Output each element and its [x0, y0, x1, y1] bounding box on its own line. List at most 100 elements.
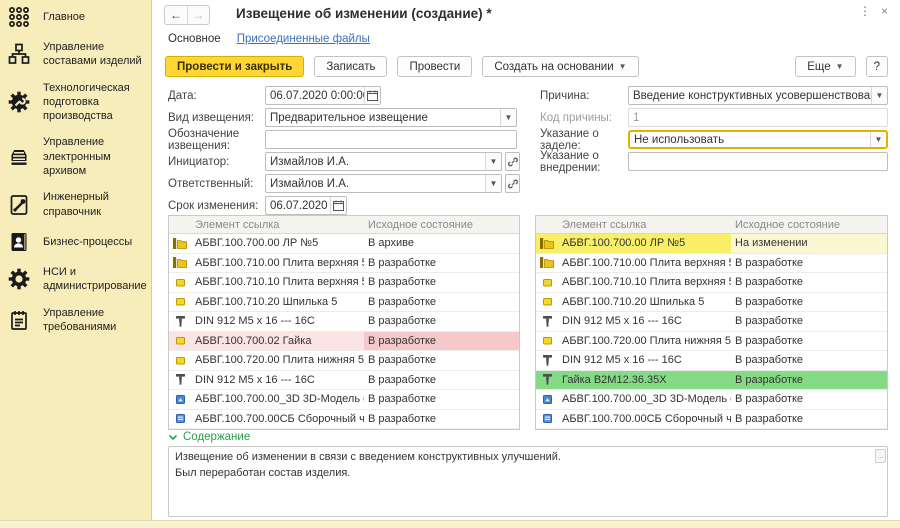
create-based-on-button[interactable]: Создать на основании▼ — [482, 56, 638, 77]
calendar-icon[interactable] — [330, 197, 346, 214]
notice-kind-combo[interactable]: Предварительное извещение ▼ — [265, 108, 517, 127]
status-cell[interactable]: В разработке — [364, 351, 519, 370]
table-row[interactable]: DIN 912 M5 x 16 --- 16CВ разработке — [169, 371, 519, 391]
chevron-down-icon[interactable]: ▼ — [485, 175, 501, 192]
element-ref-cell[interactable]: АБВГ.100.700.00СБ Сборочный чертеж — [558, 410, 731, 429]
chevron-down-icon[interactable]: ▼ — [870, 132, 886, 147]
sidebar-item-0[interactable]: Главное — [0, 0, 151, 34]
table-row[interactable]: АБВГ.100.710.10 Плита верхняя 5В разрабо… — [169, 273, 519, 293]
source-elements-table[interactable]: Элемент ссылка Исходное состояние АБВГ.1… — [168, 215, 520, 430]
reserve-note-combo[interactable]: Не использовать ▼ — [628, 130, 888, 149]
chevron-down-icon[interactable]: ▼ — [871, 87, 887, 104]
element-ref-cell[interactable]: АБВГ.100.700.00_3D 3D-Модель сборки — [191, 390, 364, 409]
initiator-open-button[interactable] — [505, 152, 520, 171]
status-cell[interactable]: В разработке — [364, 254, 519, 273]
write-button[interactable]: Записать — [314, 56, 387, 77]
element-ref-cell[interactable]: АБВГ.100.700.00 ЛР №5 — [191, 234, 364, 253]
table-row[interactable]: АБВГ.100.710.00 Плита верхняя 5 в сбореВ… — [536, 254, 887, 274]
change-deadline-field[interactable]: 06.07.2020 — [265, 196, 347, 215]
forward-button[interactable]: → — [187, 6, 209, 24]
table-row[interactable]: АБВГ.100.710.20 Шпилька 5В разработке — [169, 293, 519, 313]
content-expand-button[interactable]: … — [875, 449, 886, 463]
status-cell[interactable]: В разработке — [731, 293, 887, 312]
implementation-note-input[interactable] — [628, 152, 888, 171]
status-cell[interactable]: В разработке — [364, 332, 519, 351]
table-row[interactable]: АБВГ.100.700.00_3D 3D-Модель сборкиВ раз… — [169, 390, 519, 410]
table-row[interactable]: DIN 912 M5 x 16 --- 16CВ разработке — [536, 351, 887, 371]
status-cell[interactable]: В разработке — [731, 312, 887, 331]
element-ref-cell[interactable]: АБВГ.100.710.20 Шпилька 5 — [191, 293, 364, 312]
element-ref-cell[interactable]: АБВГ.100.700.00СБ Сборочный чертеж — [191, 410, 364, 429]
table-row[interactable]: АБВГ.100.710.10 Плита верхняя 5В разрабо… — [536, 273, 887, 293]
responsible-combo[interactable]: Измайлов И.А. ▼ — [265, 174, 502, 193]
element-ref-cell[interactable]: АБВГ.100.720.00 Плита нижняя 5 — [191, 351, 364, 370]
element-ref-cell[interactable]: DIN 912 M5 x 16 --- 16C — [191, 312, 364, 331]
element-ref-cell[interactable]: АБВГ.100.700.02 Гайка — [191, 332, 364, 351]
element-ref-cell[interactable]: DIN 912 M5 x 16 --- 16C — [191, 371, 364, 390]
element-ref-cell[interactable]: DIN 912 M5 x 16 --- 16C — [558, 312, 731, 331]
close-icon[interactable]: × — [881, 4, 888, 18]
table-row[interactable]: DIN 912 M5 x 16 --- 16CВ разработке — [169, 312, 519, 332]
more-button[interactable]: Еще▼ — [795, 56, 855, 77]
status-cell[interactable]: В разработке — [364, 390, 519, 409]
status-cell[interactable]: В архиве — [364, 234, 519, 253]
notice-code-input[interactable] — [265, 130, 517, 149]
tab-attached-files[interactable]: Присоединенные файлы — [237, 33, 370, 45]
element-ref-cell[interactable]: АБВГ.100.700.00 ЛР №5 — [558, 234, 731, 253]
table-row[interactable]: АБВГ.100.710.00 Плита верхняя 5 в сбореВ… — [169, 254, 519, 274]
status-cell[interactable]: В разработке — [364, 273, 519, 292]
status-cell[interactable]: В разработке — [731, 273, 887, 292]
content-section-header[interactable]: Содержание — [168, 431, 250, 443]
back-button[interactable]: ← — [165, 6, 187, 24]
date-field[interactable]: 06.07.2020 0:00:00 — [265, 86, 381, 105]
status-cell[interactable]: В разработке — [731, 410, 887, 429]
status-cell[interactable]: В разработке — [364, 312, 519, 331]
element-ref-cell[interactable]: АБВГ.100.710.20 Шпилька 5 — [558, 293, 731, 312]
status-cell[interactable]: В разработке — [364, 410, 519, 429]
table-row[interactable]: АБВГ.100.700.00_3D 3D-Модель сборкиВ раз… — [536, 390, 887, 410]
table-row[interactable]: АБВГ.100.700.02 ГайкаВ разработке — [169, 332, 519, 352]
post-and-close-button[interactable]: Провести и закрыть — [165, 56, 304, 77]
status-cell[interactable]: В разработке — [731, 371, 887, 390]
table-row[interactable]: АБВГ.100.720.00 Плита нижняя 5В разработ… — [169, 351, 519, 371]
element-ref-cell[interactable]: Гайка В2М12.36.35Х — [558, 371, 731, 390]
element-ref-cell[interactable]: АБВГ.100.720.00 Плита нижняя 5 — [558, 332, 731, 351]
table-row[interactable]: АБВГ.100.700.00СБ Сборочный чертежВ разр… — [169, 410, 519, 430]
element-ref-cell[interactable]: АБВГ.100.710.10 Плита верхняя 5 — [191, 273, 364, 292]
status-cell[interactable]: В разработке — [731, 332, 887, 351]
status-cell[interactable]: В разработке — [731, 390, 887, 409]
calendar-icon[interactable] — [364, 87, 380, 104]
status-cell[interactable]: В разработке — [731, 254, 887, 273]
element-ref-cell[interactable]: АБВГ.100.700.00_3D 3D-Модель сборки — [558, 390, 731, 409]
sidebar-item-7[interactable]: Управление требованиями — [0, 300, 151, 341]
table-row[interactable]: АБВГ.100.720.00 Плита нижняя 5В разработ… — [536, 332, 887, 352]
changed-elements-table[interactable]: Элемент ссылка Исходное состояние АБВГ.1… — [535, 215, 888, 430]
element-ref-cell[interactable]: АБВГ.100.710.10 Плита верхняя 5 — [558, 273, 731, 292]
sidebar-item-6[interactable]: НСИ и администрирование — [0, 259, 151, 300]
content-textarea[interactable]: Извещение об изменении в связи с введени… — [168, 446, 888, 517]
chevron-down-icon[interactable]: ▼ — [485, 153, 501, 170]
reason-combo[interactable]: Введение конструктивных усовершенствован… — [628, 86, 888, 105]
status-cell[interactable]: В разработке — [731, 351, 887, 370]
table-row[interactable]: DIN 912 M5 x 16 --- 16CВ разработке — [536, 312, 887, 332]
element-ref-cell[interactable]: АБВГ.100.710.00 Плита верхняя 5 в сборе — [558, 254, 731, 273]
element-ref-cell[interactable]: АБВГ.100.710.00 Плита верхняя 5 в сборе — [191, 254, 364, 273]
sidebar-item-2[interactable]: Технологическая подготовка производства — [0, 75, 151, 130]
help-button[interactable]: ? — [866, 56, 888, 77]
tab-main[interactable]: Основное — [168, 33, 221, 45]
chevron-down-icon[interactable]: ▼ — [500, 109, 516, 126]
status-cell[interactable]: В разработке — [364, 371, 519, 390]
sidebar-item-5[interactable]: Бизнес-процессы — [0, 225, 151, 259]
sidebar-item-1[interactable]: Управление составами изделий — [0, 34, 151, 75]
responsible-open-button[interactable] — [505, 174, 520, 193]
sidebar-item-4[interactable]: Инженерный справочник — [0, 184, 151, 225]
table-row[interactable]: АБВГ.100.700.00 ЛР №5В архиве — [169, 234, 519, 254]
table-row[interactable]: АБВГ.100.700.00 ЛР №5На изменении — [536, 234, 887, 254]
initiator-combo[interactable]: Измайлов И.А. ▼ — [265, 152, 502, 171]
sidebar-item-3[interactable]: Управление электронным архивом — [0, 129, 151, 184]
status-cell[interactable]: На изменении — [731, 234, 887, 253]
more-menu-icon[interactable]: ⋮ — [859, 4, 871, 18]
status-cell[interactable]: В разработке — [364, 293, 519, 312]
table-row[interactable]: АБВГ.100.700.00СБ Сборочный чертежВ разр… — [536, 410, 887, 430]
table-row[interactable]: Гайка В2М12.36.35ХВ разработке — [536, 371, 887, 391]
